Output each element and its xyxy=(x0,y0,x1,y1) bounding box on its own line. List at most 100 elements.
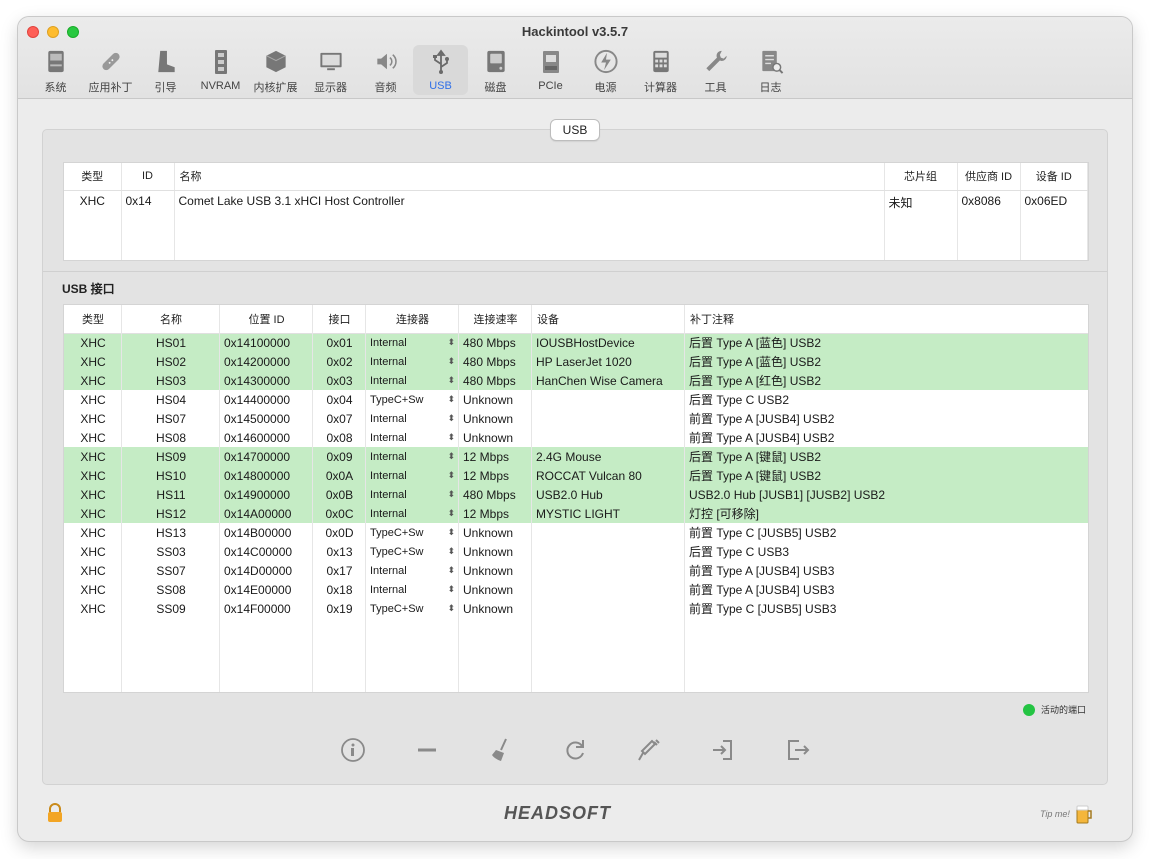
port-row[interactable]: XHC HS02 0x14200000 0x02 Internal ⬍ 480 Mbps HP… xyxy=(64,352,1088,371)
connector-select[interactable]: Internal ⬍ xyxy=(366,447,459,466)
port-column-header[interactable]: 接口 xyxy=(313,305,366,334)
connector-select[interactable]: TypeC+Sw ⬍ xyxy=(366,523,459,542)
toolbar-item-usb[interactable]: USB xyxy=(413,45,468,95)
controller-column-header[interactable]: ID xyxy=(121,163,175,191)
port-column-header[interactable]: 补丁注释 xyxy=(685,305,1088,334)
toolbar-item-power[interactable]: 电源 xyxy=(578,45,633,95)
port-row[interactable]: XHC SS09 0x14F00000 0x19 TypeC+Sw ⬍ Unknown 前置 … xyxy=(64,599,1088,618)
port-row[interactable]: XHC SS03 0x14C00000 0x13 TypeC+Sw ⬍ Unknown 后置 … xyxy=(64,542,1088,561)
port-cell-type: XHC xyxy=(80,563,106,578)
connector-select[interactable]: Internal ⬍ xyxy=(366,352,459,371)
port-cell-loc: 0x14600000 xyxy=(224,430,291,445)
port-cell-loc: 0x14500000 xyxy=(224,411,291,426)
clear-button[interactable] xyxy=(486,735,516,765)
port-column-header[interactable]: 设备 xyxy=(532,305,685,334)
patch-icon xyxy=(101,52,120,71)
refresh-button[interactable] xyxy=(560,735,590,765)
toolbar-item-nvram[interactable]: NVRAM xyxy=(193,45,248,95)
port-row[interactable]: XHC SS08 0x14E00000 0x18 Internal ⬍ Unknown 前置 … xyxy=(64,580,1088,599)
connector-select[interactable]: TypeC+Sw ⬍ xyxy=(366,599,459,618)
port-cell-comment: 灯控 [可移除] xyxy=(685,504,1088,523)
remove-button[interactable] xyxy=(412,735,442,765)
toolbar-item-disk[interactable]: 磁盘 xyxy=(468,45,523,95)
port-column-header[interactable]: 连接速率 xyxy=(459,305,532,334)
connector-select[interactable]: Internal ⬍ xyxy=(366,561,459,580)
connector-value: Internal xyxy=(370,507,407,520)
controller-column-header[interactable]: 类型 xyxy=(64,163,122,191)
port-row[interactable]: XHC HS09 0x14700000 0x09 Internal ⬍ 12 Mbps 2.4… xyxy=(64,447,1088,466)
tip-button[interactable]: Tip me! xyxy=(1040,803,1094,825)
lock-button[interactable] xyxy=(46,803,64,828)
port-cell-type: XHC xyxy=(64,504,122,523)
connector-value: Internal xyxy=(370,374,407,387)
controller-column-header[interactable]: 供应商 ID xyxy=(957,163,1021,191)
toolbar-item-display[interactable]: 显示器 xyxy=(303,45,358,95)
port-cell-speed: Unknown xyxy=(463,563,514,578)
import-button[interactable] xyxy=(708,735,738,765)
toolbar-item-system[interactable]: 系统 xyxy=(28,45,83,95)
minus-icon xyxy=(418,748,436,752)
chevron-updown-icon: ⬍ xyxy=(447,356,455,366)
connector-select[interactable]: Internal ⬍ xyxy=(366,504,459,523)
port-row[interactable]: XHC HS07 0x14500000 0x07 Internal ⬍ Unknown 前置 … xyxy=(64,409,1088,428)
inject-button[interactable] xyxy=(634,735,664,765)
toolbar-item-pcie[interactable]: PCIe xyxy=(523,45,578,95)
port-row[interactable]: XHC HS08 0x14600000 0x08 Internal ⬍ Unknown 前置 … xyxy=(64,428,1088,447)
connector-select[interactable]: Internal ⬍ xyxy=(366,409,459,428)
controller-row[interactable]: XHC 0x14 Comet Lake USB 3.1 xHCI Host Cont… xyxy=(64,190,1088,260)
port-cell-name: HS12 xyxy=(122,504,220,523)
toolbar-item-label: USB xyxy=(429,80,452,92)
port-cell-name: HS01 xyxy=(122,333,220,352)
connector-value: Internal xyxy=(370,336,407,349)
controller-column-header[interactable]: 芯片组 xyxy=(884,163,958,191)
port-row[interactable]: XHC SS07 0x14D00000 0x17 Internal ⬍ Unknown 前置 … xyxy=(64,561,1088,580)
connector-select[interactable]: TypeC+Sw ⬍ xyxy=(366,390,459,409)
port-column-header[interactable]: 名称 xyxy=(122,305,220,334)
port-row[interactable]: XHC HS11 0x14900000 0x0B Internal ⬍ 480 Mbps US… xyxy=(64,485,1088,504)
connector-select[interactable]: Internal ⬍ xyxy=(366,466,459,485)
port-column-header[interactable]: 类型 xyxy=(64,305,122,334)
syringe-icon xyxy=(638,739,660,761)
port-row[interactable]: XHC HS10 0x14800000 0x0A Internal ⬍ 12 Mbps ROC… xyxy=(64,466,1088,485)
toolbar-item-kext[interactable]: 内核扩展 xyxy=(248,45,303,95)
port-row[interactable]: XHC HS03 0x14300000 0x03 Internal ⬍ 480 Mbps Ha… xyxy=(64,371,1088,390)
connector-select[interactable]: Internal ⬍ xyxy=(366,485,459,504)
port-column-header[interactable]: 位置 ID xyxy=(220,305,313,334)
toolbar-item-log[interactable]: 日志 xyxy=(743,45,798,95)
connector-select[interactable]: Internal ⬍ xyxy=(366,333,459,352)
port-cell-speed: 480 Mbps xyxy=(459,352,532,371)
port-cell-port: 0x03 xyxy=(313,371,366,390)
port-cell-type: XHC xyxy=(80,525,106,540)
port-cell-loc: 0x14800000 xyxy=(220,466,313,485)
port-cell-speed: Unknown xyxy=(463,544,514,559)
port-column-header[interactable]: 连接器 xyxy=(366,305,459,334)
kext-icon xyxy=(265,50,286,73)
controller-column-header[interactable]: 名称 xyxy=(174,163,885,191)
port-cell-port: 0x17 xyxy=(326,563,353,578)
port-row[interactable]: XHC HS04 0x14400000 0x04 TypeC+Sw ⬍ Unknown 后置 … xyxy=(64,390,1088,409)
toolbar-item-tools[interactable]: 工具 xyxy=(688,45,743,95)
toolbar-item-calculator[interactable]: 计算器 xyxy=(633,45,688,95)
toolbar-item-patch[interactable]: 应用补丁 xyxy=(83,45,138,95)
toolbar-item-label: 应用补丁 xyxy=(88,82,133,94)
connector-select[interactable]: Internal ⬍ xyxy=(366,428,459,447)
tab-usb[interactable]: USB xyxy=(550,119,600,141)
toolbar-item-label: NVRAM xyxy=(200,80,241,92)
port-row[interactable]: XHC HS12 0x14A00000 0x0C Internal ⬍ 12 Mbps MYS… xyxy=(64,504,1088,523)
headsoft-logo[interactable]: HEADSOFT xyxy=(504,803,611,824)
controller-column-header[interactable]: 设备 ID xyxy=(1020,163,1088,191)
chevron-updown-icon: ⬍ xyxy=(447,546,455,556)
connector-select[interactable]: Internal ⬍ xyxy=(366,580,459,599)
toolbar-item-boot[interactable]: 引导 xyxy=(138,45,193,95)
connector-select[interactable]: TypeC+Sw ⬍ xyxy=(366,542,459,561)
info-button[interactable] xyxy=(338,735,368,765)
export-button[interactable] xyxy=(782,735,812,765)
port-row[interactable]: XHC HS13 0x14B00000 0x0D TypeC+Sw ⬍ Unknown 前置 … xyxy=(64,523,1088,542)
toolbar-item-audio[interactable]: 音频 xyxy=(358,45,413,95)
port-cell-name: HS13 xyxy=(155,525,187,540)
active-port-indicator xyxy=(1023,703,1035,716)
chevron-updown-icon: ⬍ xyxy=(447,470,455,480)
port-row[interactable]: XHC HS01 0x14100000 0x01 Internal ⬍ 480 Mbps IO… xyxy=(64,333,1088,352)
connector-select[interactable]: Internal ⬍ xyxy=(366,371,459,390)
toolbar-item-label: 磁盘 xyxy=(484,82,507,94)
